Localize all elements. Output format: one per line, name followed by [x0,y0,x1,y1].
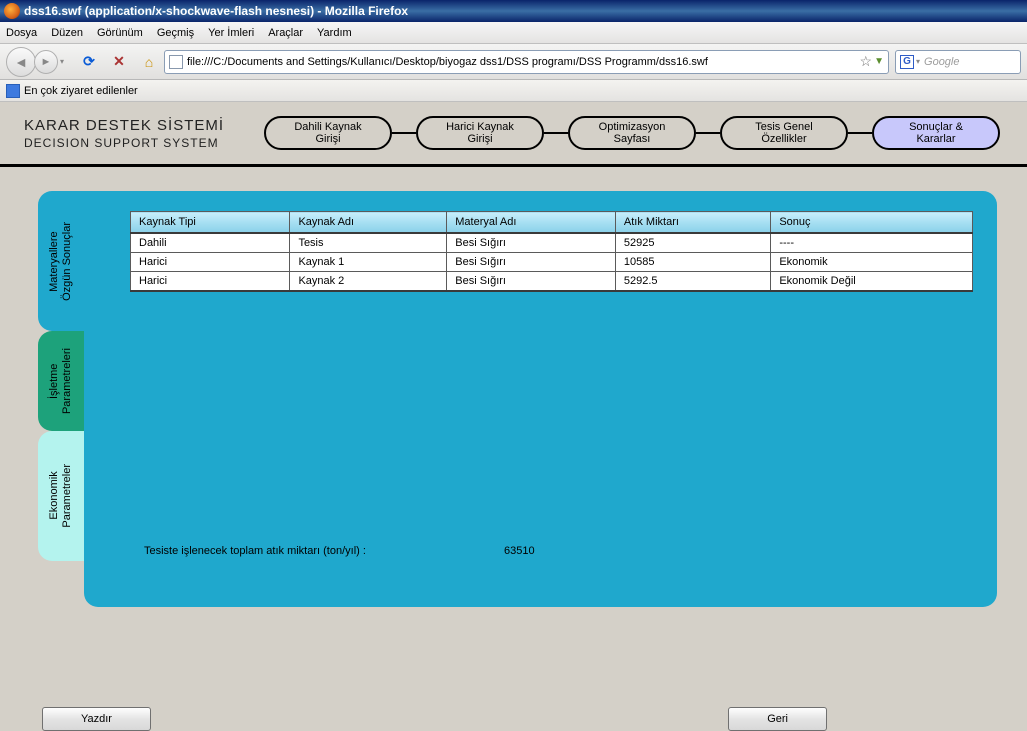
step-2-line2: Girişi [467,133,492,145]
step-facility[interactable]: Tesis Genel Özellikler [720,116,848,150]
most-visited-link[interactable]: En çok ziyaret edilenler [24,85,138,97]
cell: Ekonomik Değil [771,272,973,292]
col-source-type[interactable]: Kaynak Tipi [131,212,290,234]
step-2-line1: Harici Kaynak [446,121,514,133]
step-optimization[interactable]: Optimizasyon Sayfası [568,116,696,150]
cell: Besi Sığırı [447,272,616,292]
step-nav: Dahili Kaynak Girişi Harici Kaynak Giriş… [264,116,1013,150]
cell: Tesis [290,233,447,253]
results-table: Kaynak Tipi Kaynak Adı Materyal Adı Atık… [130,211,973,292]
url-text: file:///C:/Documents and Settings/Kullan… [187,56,858,68]
nav-back-button[interactable]: ◄ [6,47,36,77]
firefox-icon [4,3,20,19]
bookmark-star-icon[interactable]: ☆ [860,53,873,70]
summary-line: Tesiste işlenecek toplam atık miktarı (t… [144,545,535,557]
table-row: Dahili Tesis Besi Sığırı 52925 ---- [131,233,973,253]
cell: Besi Sığırı [447,233,616,253]
menu-help[interactable]: Yardım [317,27,352,39]
panel-wrap: MateryallereÖzgün Sonuçlar İşletmeParame… [84,191,997,607]
cell: Ekonomik [771,253,973,272]
search-engine-icon[interactable]: G [900,55,914,69]
reload-icon[interactable]: ⟳ [80,53,98,71]
search-placeholder: Google [924,56,959,68]
cell: Kaynak 2 [290,272,447,292]
cell: Dahili [131,233,290,253]
bookmarks-toolbar: En çok ziyaret edilenler [0,80,1027,102]
most-visited-icon [6,84,20,98]
nav-toolbar: ◄ ► ▾ ⟳ ✕ ⌂ file:///C:/Documents and Set… [0,44,1027,80]
app-header: KARAR DESTEK SİSTEMİ DECISION SUPPORT SY… [0,102,1027,167]
step-connector [544,132,568,134]
table-row: Harici Kaynak 2 Besi Sığırı 5292.5 Ekono… [131,272,973,292]
stop-icon[interactable]: ✕ [110,53,128,71]
col-material-name[interactable]: Materyal Adı [447,212,616,234]
step-external-source[interactable]: Harici Kaynak Girişi [416,116,544,150]
print-button[interactable]: Yazdır [42,707,151,731]
side-tab-operation-params[interactable]: İşletmeParametreleri [38,331,84,431]
cell: ---- [771,233,973,253]
step-3-line1: Optimizasyon [599,121,666,133]
step-internal-source[interactable]: Dahili Kaynak Girişi [264,116,392,150]
home-icon[interactable]: ⌂ [140,53,158,71]
app-title-en: DECISION SUPPORT SYSTEM [24,136,264,150]
menu-file[interactable]: Dosya [6,27,37,39]
menubar: Dosya Düzen Görünüm Geçmiş Yer İmleri Ar… [0,22,1027,44]
cell: 52925 [615,233,770,253]
cell: 5292.5 [615,272,770,292]
step-4-line1: Tesis Genel [755,121,812,133]
col-waste-amount[interactable]: Atık Miktarı [615,212,770,234]
side-tab-material-results[interactable]: MateryallereÖzgün Sonuçlar [38,191,84,331]
summary-label: Tesiste işlenecek toplam atık miktarı (t… [144,545,504,557]
window-title: dss16.swf (application/x-shockwave-flash… [24,4,408,18]
cell: Harici [131,272,290,292]
side-tabs: MateryallereÖzgün Sonuçlar İşletmeParame… [38,191,84,561]
nav-history-dropdown[interactable]: ▾ [56,57,68,66]
col-source-name[interactable]: Kaynak Adı [290,212,447,234]
url-bar[interactable]: file:///C:/Documents and Settings/Kullan… [164,50,889,74]
table-header-row: Kaynak Tipi Kaynak Adı Materyal Adı Atık… [131,212,973,234]
step-1-line2: Girişi [315,133,340,145]
step-4-line2: Özellikler [761,133,806,145]
cell: Besi Sığırı [447,253,616,272]
search-box[interactable]: G ▾ Google [895,50,1021,74]
step-1-line1: Dahili Kaynak [294,121,361,133]
step-5-line1: Sonuçlar & [909,121,963,133]
app-title-block: KARAR DESTEK SİSTEMİ DECISION SUPPORT SY… [24,117,264,150]
cell: 10585 [615,253,770,272]
cell: Kaynak 1 [290,253,447,272]
results-panel: Kaynak Tipi Kaynak Adı Materyal Adı Atık… [84,191,997,607]
menu-edit[interactable]: Düzen [51,27,83,39]
step-connector [392,132,416,134]
nav-forward-button[interactable]: ► [34,50,58,74]
step-3-line2: Sayfası [614,133,651,145]
summary-value: 63510 [504,545,535,557]
table-row: Harici Kaynak 1 Besi Sığırı 10585 Ekonom… [131,253,973,272]
url-dropdown-icon[interactable]: ▼ [874,56,884,67]
step-results[interactable]: Sonuçlar & Kararlar [872,116,1000,150]
step-connector [848,132,872,134]
menu-view[interactable]: Görünüm [97,27,143,39]
app-content: KARAR DESTEK SİSTEMİ DECISION SUPPORT SY… [0,102,1027,719]
step-5-line2: Kararlar [916,133,955,145]
step-connector [696,132,720,134]
menu-tools[interactable]: Araçlar [268,27,303,39]
side-tab-economic-params[interactable]: EkonomikParametreler [38,431,84,561]
cell: Harici [131,253,290,272]
menu-history[interactable]: Geçmiş [157,27,194,39]
app-title-tr: KARAR DESTEK SİSTEMİ [24,117,264,134]
window-titlebar: dss16.swf (application/x-shockwave-flash… [0,0,1027,22]
menu-bookmarks[interactable]: Yer İmleri [208,27,254,39]
back-button[interactable]: Geri [728,707,827,731]
col-result[interactable]: Sonuç [771,212,973,234]
page-icon [169,55,183,69]
search-engine-dropdown-icon[interactable]: ▾ [916,57,920,66]
